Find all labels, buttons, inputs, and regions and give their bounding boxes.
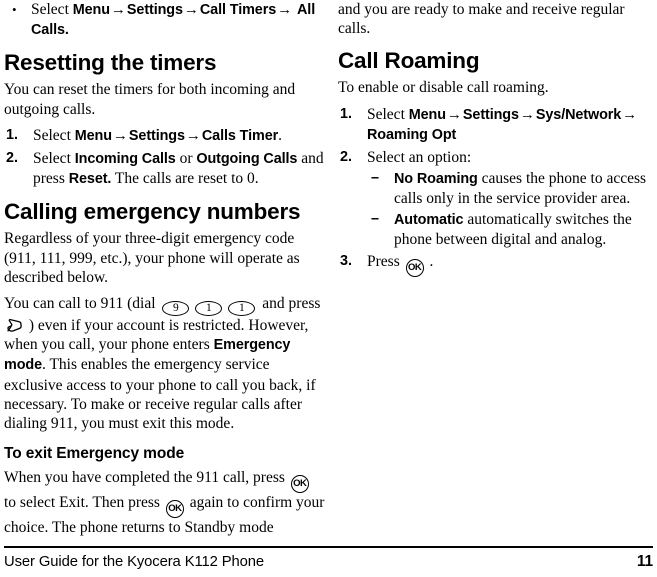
roaming-option-automatic: – Automatic automatically switches the p… (367, 210, 653, 249)
footer-divider (4, 546, 653, 548)
option-name-automatic: Automatic (394, 211, 464, 228)
exit-mode-paragraph: When you have completed the 911 call, pr… (4, 468, 326, 537)
continuation-paragraph: and you are ready to make and receive re… (338, 1, 625, 38)
step-period: . (278, 126, 282, 144)
bullet-item-call-timers: • Select Menu→Settings→Call Timers→ All … (4, 0, 326, 40)
footer-row: User Guide for the Kyocera K112 Phone 11 (4, 553, 653, 571)
arrow-icon: → (622, 106, 638, 123)
dash-marker: – (371, 210, 380, 227)
step-select-label: Select (33, 150, 75, 168)
step-select-label: Select (33, 126, 75, 144)
bullet-select-label: Select (31, 1, 73, 18)
menu-path-menu: Menu (408, 106, 446, 123)
softkey-reset: Reset. (68, 171, 112, 188)
heading-to-exit-emergency-mode: To exit Emergency mode (4, 445, 185, 463)
key-ok-icon: OK (290, 475, 309, 494)
step-item-1: 1. Select Menu→Settings→Sys/Network→ Roa… (338, 105, 653, 145)
left-column: • Select Menu→Settings→Call Timers→ All … (0, 0, 336, 544)
arrow-icon: → (446, 106, 462, 123)
emergency-paragraph-2: You can call to 911 (dial 911 and press … (4, 294, 326, 433)
heading-call-roaming: Call Roaming (338, 48, 480, 74)
exit-part1: When you have completed the 911 call, pr… (4, 469, 289, 487)
emergency-p2-part1: You can call to 911 (dial (4, 295, 160, 313)
step-marker: 2. (340, 149, 353, 166)
option-outgoing-calls: Outgoing Calls (196, 151, 298, 168)
key-ok-icon: OK (405, 259, 424, 278)
menu-path-call-timers: Call Timers (199, 2, 277, 18)
arrow-icon: → (277, 2, 293, 18)
call-roaming-intro: To enable or disable call roaming. (338, 79, 549, 97)
step3-period: . (429, 253, 434, 271)
roaming-option-no-roaming: – No Roaming causes the phone to access … (367, 169, 653, 208)
arrow-icon: → (110, 2, 126, 18)
send-key-icon (6, 317, 23, 333)
bullet-marker: • (12, 2, 17, 17)
option-name-no-roaming: No Roaming (394, 171, 478, 188)
step2-text: Select an option: (367, 149, 472, 167)
resetting-intro-paragraph: You can reset the timers for both incomi… (4, 81, 296, 118)
resetting-steps-list: 1. Select Menu→Settings→Calls Timer. 2. … (4, 126, 326, 190)
step3-press-label: Press (367, 253, 404, 271)
menu-path-settings: Settings (462, 106, 519, 123)
option-incoming-calls: Incoming Calls (74, 151, 176, 168)
key-1-icon: 1 (195, 301, 223, 317)
page-footer: User Guide for the Kyocera K112 Phone 11 (0, 546, 657, 571)
menu-path-menu: Menu (72, 2, 110, 18)
step-marker: 1. (340, 105, 353, 122)
menu-path-settings: Settings (128, 127, 185, 144)
key-ok-icon: OK (165, 500, 184, 519)
conjunction-or: or (175, 150, 197, 168)
dash-marker: – (371, 170, 380, 187)
step-marker: 1. (6, 126, 19, 143)
step-item-1: 1. Select Menu→Settings→Calls Timer. (4, 126, 326, 146)
two-column-body: • Select Menu→Settings→Call Timers→ All … (0, 0, 657, 540)
emergency-paragraph-1: Regardless of your three-digit emergency… (4, 230, 300, 286)
footer-title: User Guide for the Kyocera K112 Phone (4, 554, 265, 570)
step-marker: 2. (6, 150, 19, 167)
key-1-icon: 1 (228, 301, 256, 317)
call-roaming-steps-list: 1. Select Menu→Settings→Sys/Network→ Roa… (338, 105, 653, 278)
step-item-3: 3. Press OK . (338, 252, 653, 278)
step-item-2: 2. Select an option: – No Roaming causes… (338, 148, 653, 249)
step2-tail: The calls are reset to 0. (111, 170, 259, 188)
step-item-2: 2. Select Incoming Calls or Outgoing Cal… (4, 149, 326, 189)
heading-calling-emergency-numbers: Calling emergency numbers (4, 199, 301, 225)
arrow-icon: → (185, 127, 201, 144)
page-number: 11 (636, 553, 653, 570)
menu-path-settings: Settings (126, 2, 183, 18)
arrow-icon: → (112, 127, 128, 144)
menu-path-roaming-opt: Roaming Opt (367, 126, 457, 143)
menu-path-menu: Menu (74, 127, 112, 144)
manual-page: • Select Menu→Settings→Call Timers→ All … (0, 0, 657, 577)
exit-part2: to select Exit. Then press (4, 494, 164, 512)
emergency-p2-part2: and press (258, 295, 321, 313)
step-marker: 3. (340, 253, 353, 270)
arrow-icon: → (183, 2, 199, 18)
menu-path-calls-timer: Calls Timer (201, 127, 279, 144)
menu-path-sys-network: Sys/Network (535, 106, 622, 123)
roaming-options-list: – No Roaming causes the phone to access … (367, 169, 653, 249)
emergency-p2-part4: . This enables the emergency service exc… (4, 356, 316, 433)
right-column: and you are ready to make and receive re… (336, 0, 657, 280)
step-select-label: Select (367, 105, 409, 123)
top-bullet-list: • Select Menu→Settings→Call Timers→ All … (4, 0, 326, 40)
key-9-icon: 9 (162, 301, 190, 317)
arrow-icon: → (519, 106, 535, 123)
heading-resetting-the-timers: Resetting the timers (4, 50, 217, 76)
